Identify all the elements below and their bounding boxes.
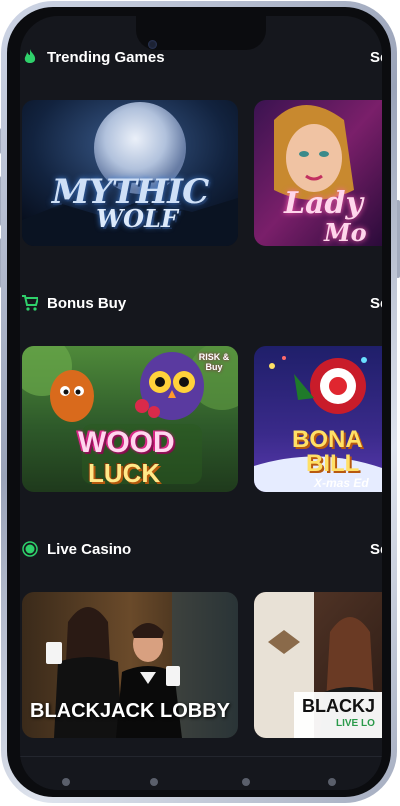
bottom-nav-bar — [20, 756, 382, 790]
trending-games-section: Trending Games See all — [20, 46, 382, 266]
flame-icon — [22, 49, 38, 65]
section-header: Live Casino — [22, 538, 131, 560]
app-screen: Trending Games See all — [20, 16, 382, 790]
see-all-link[interactable]: See all — [370, 541, 382, 558]
game-title-line2: LUCK — [88, 458, 161, 488]
game-card-mythic-wolf[interactable]: MYTHIC WOLF — [22, 100, 238, 246]
game-subtitle: X-mas Ed — [314, 476, 369, 490]
bottom-nav-icons — [62, 778, 336, 786]
game-card-blackjack-live-lounge[interactable]: BLACKJ LIVE LO — [254, 592, 382, 738]
game-title-line2: Mo — [324, 218, 367, 246]
game-card-lady-moon[interactable]: Lady Mo — [254, 100, 382, 246]
game-title-line1: Lady — [284, 186, 363, 221]
live-casino-section: Live Casino See all — [20, 538, 382, 758]
game-card-bonanza-billion[interactable]: BONA BILL X-mas Ed — [254, 346, 382, 492]
game-title-line2: WOLF — [96, 204, 178, 233]
game-title: BLACKJ — [302, 696, 376, 716]
game-title-line2: BILL — [306, 450, 360, 477]
cart-icon — [22, 295, 38, 311]
game-title-line1: WOOD — [78, 426, 175, 459]
see-all-link[interactable]: See all — [370, 295, 382, 312]
section-title: Bonus Buy — [47, 294, 127, 312]
game-card-blackjack-lobby[interactable]: BLACKJACK LOBBY — [22, 592, 238, 738]
game-title: BLACKJACK LOBBY — [30, 700, 230, 722]
game-subtitle: LIVE LO — [336, 718, 375, 729]
section-title: Live Casino — [47, 540, 132, 558]
game-card-wood-luck[interactable]: RISK & Buy WOOD LUCK — [22, 346, 238, 492]
live-dot-icon — [22, 541, 38, 557]
bonus-buy-section: Bonus Buy See all — [20, 292, 382, 512]
game-badge: RISK & Buy — [198, 352, 230, 372]
section-header: Trending Games — [22, 46, 165, 68]
see-all-link[interactable]: See all — [370, 49, 382, 66]
front-camera — [148, 40, 157, 49]
section-title: Trending Games — [47, 48, 165, 66]
section-header: Bonus Buy — [22, 292, 126, 314]
